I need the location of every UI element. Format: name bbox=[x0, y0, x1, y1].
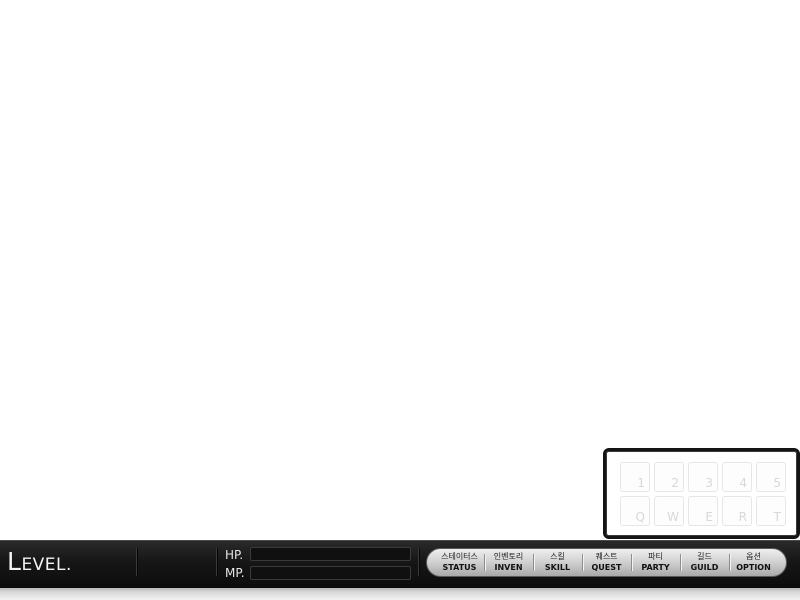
quickslot-w[interactable]: W bbox=[654, 496, 684, 526]
level-label-dot: . bbox=[66, 555, 72, 575]
quickslot-1[interactable]: 1 bbox=[620, 462, 650, 492]
option-button-label: OPTION bbox=[736, 563, 771, 572]
quickslot-key-label: W bbox=[667, 510, 679, 524]
status-button-label-ko: 스테이터스 bbox=[441, 552, 478, 561]
hud-divider-left bbox=[136, 548, 137, 576]
quickslot-q[interactable]: Q bbox=[620, 496, 650, 526]
mp-bar bbox=[250, 566, 411, 580]
guild-button[interactable]: 길드 GUILD bbox=[680, 549, 729, 576]
skill-button-label: SKILL bbox=[544, 563, 571, 572]
guild-button-label-ko: 길드 bbox=[697, 552, 712, 561]
status-button[interactable]: 스테이터스 STATUS bbox=[435, 549, 484, 576]
quickslot-key-label: 3 bbox=[705, 476, 713, 490]
inventory-button-label-ko: 인벤토리 bbox=[493, 552, 524, 561]
quickslot-5[interactable]: 5 bbox=[756, 462, 786, 492]
quickslot-3[interactable]: 3 bbox=[688, 462, 718, 492]
quickslot-key-label: 5 bbox=[773, 476, 781, 490]
party-button[interactable]: 파티 PARTY bbox=[631, 549, 680, 576]
status-button-label: STATUS bbox=[442, 563, 477, 572]
quickslot-key-label: R bbox=[738, 510, 747, 524]
quickslot-panel: 1 2 3 4 5 Q W E R T bbox=[603, 448, 800, 539]
inventory-button[interactable]: 인벤토리 INVEN bbox=[484, 549, 533, 576]
level-label-rest: EVEL bbox=[21, 555, 67, 575]
quickslot-2[interactable]: 2 bbox=[654, 462, 684, 492]
main-menu: 스테이터스 STATUS 인벤토리 INVEN 스킬 SKILL 퀘스트 QUE… bbox=[426, 548, 787, 577]
quickslot-key-label: 2 bbox=[671, 476, 679, 490]
party-button-label-ko: 파티 bbox=[648, 552, 663, 561]
quickslot-key-label: 4 bbox=[739, 476, 747, 490]
quickslot-key-label: Q bbox=[635, 510, 645, 524]
hp-label: HP. bbox=[225, 548, 244, 562]
quickslot-key-label: T bbox=[773, 510, 781, 524]
inventory-button-label: INVEN bbox=[494, 563, 523, 572]
skill-button[interactable]: 스킬 SKILL bbox=[533, 549, 582, 576]
option-button[interactable]: 옵션 OPTION bbox=[729, 549, 778, 576]
option-button-label-ko: 옵션 bbox=[746, 552, 761, 561]
hp-bar bbox=[250, 547, 411, 561]
quest-button-label: QUEST bbox=[591, 563, 622, 572]
quickslot-e[interactable]: E bbox=[688, 496, 718, 526]
level-label-initial: L bbox=[7, 547, 22, 576]
guild-button-label: GUILD bbox=[690, 563, 719, 572]
skill-button-label-ko: 스킬 bbox=[550, 552, 565, 561]
mp-label: MP. bbox=[225, 566, 245, 580]
level-label: LEVEL. bbox=[7, 548, 72, 579]
quickslot-key-label: 1 bbox=[637, 476, 645, 490]
quickslot-4[interactable]: 4 bbox=[722, 462, 752, 492]
quest-button[interactable]: 퀘스트 QUEST bbox=[582, 549, 631, 576]
quickslot-r[interactable]: R bbox=[722, 496, 752, 526]
hud-divider-menu bbox=[418, 548, 419, 576]
hud-bottom-strip bbox=[0, 588, 800, 600]
party-button-label: PARTY bbox=[641, 563, 670, 572]
quickslot-t[interactable]: T bbox=[756, 496, 786, 526]
quest-button-label-ko: 퀘스트 bbox=[595, 552, 618, 561]
quickslot-key-label: E bbox=[705, 510, 713, 524]
hud-divider-stats bbox=[216, 548, 217, 576]
